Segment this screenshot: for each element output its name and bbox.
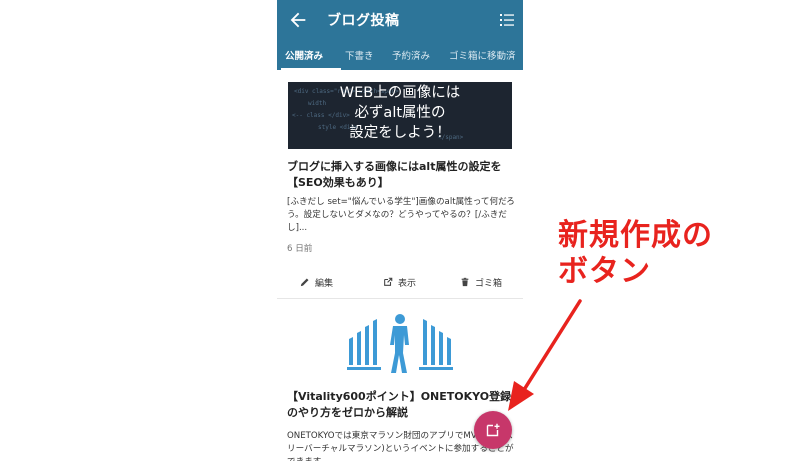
view-button[interactable]: 表示 bbox=[383, 276, 416, 289]
post-thumbnail[interactable]: <div class="row"> width<span> width <-- … bbox=[288, 82, 512, 149]
annotation-label: 新規作成の ボタン bbox=[558, 218, 713, 289]
tab-trash[interactable]: ゴミ箱に移動済 bbox=[449, 48, 516, 62]
tab-bar: 公開済み 下書き 予約済み ゴミ箱に移動済 bbox=[277, 40, 523, 70]
tab-published[interactable]: 公開済み bbox=[285, 48, 323, 62]
tab-scheduled[interactable]: 予約済み bbox=[392, 48, 430, 62]
annotation-arrow bbox=[508, 299, 582, 411]
edit-button[interactable]: 編集 bbox=[300, 276, 333, 289]
trash-icon bbox=[461, 277, 469, 287]
post-excerpt: [ふきだし set="悩んでいる学生"]画像のalt属性って何だろう。設定しない… bbox=[287, 197, 515, 233]
tab-indicator bbox=[281, 68, 341, 71]
page-title: ブログ投稿 bbox=[327, 13, 400, 29]
arrow-left-icon[interactable] bbox=[287, 9, 309, 31]
post-thumbnail[interactable] bbox=[347, 313, 453, 375]
tab-drafts[interactable]: 下書き bbox=[345, 48, 374, 62]
app-bar: ブログ投稿 bbox=[277, 0, 523, 40]
post-title[interactable]: ブログに挿入する画像にはalt属性の設定を【SEO効果もあり】 bbox=[287, 159, 517, 191]
divider bbox=[277, 298, 523, 299]
external-link-icon bbox=[384, 277, 393, 286]
trash-button[interactable]: ゴミ箱 bbox=[460, 276, 502, 289]
post-actions: 編集 表示 ゴミ箱 bbox=[277, 270, 523, 296]
add-post-icon bbox=[486, 423, 500, 437]
thumbnail-text: WEB上の画像には 必ずalt属性の 設定をしよう！ bbox=[339, 85, 461, 141]
pencil-icon bbox=[300, 278, 309, 287]
app-screen: ブログ投稿 公開済み 下書き 予約済み ゴミ箱に移動済 <div class="… bbox=[277, 0, 523, 461]
post-time: 6 日前 bbox=[287, 244, 313, 254]
list-icon[interactable] bbox=[499, 12, 515, 28]
new-post-button[interactable] bbox=[474, 411, 512, 449]
